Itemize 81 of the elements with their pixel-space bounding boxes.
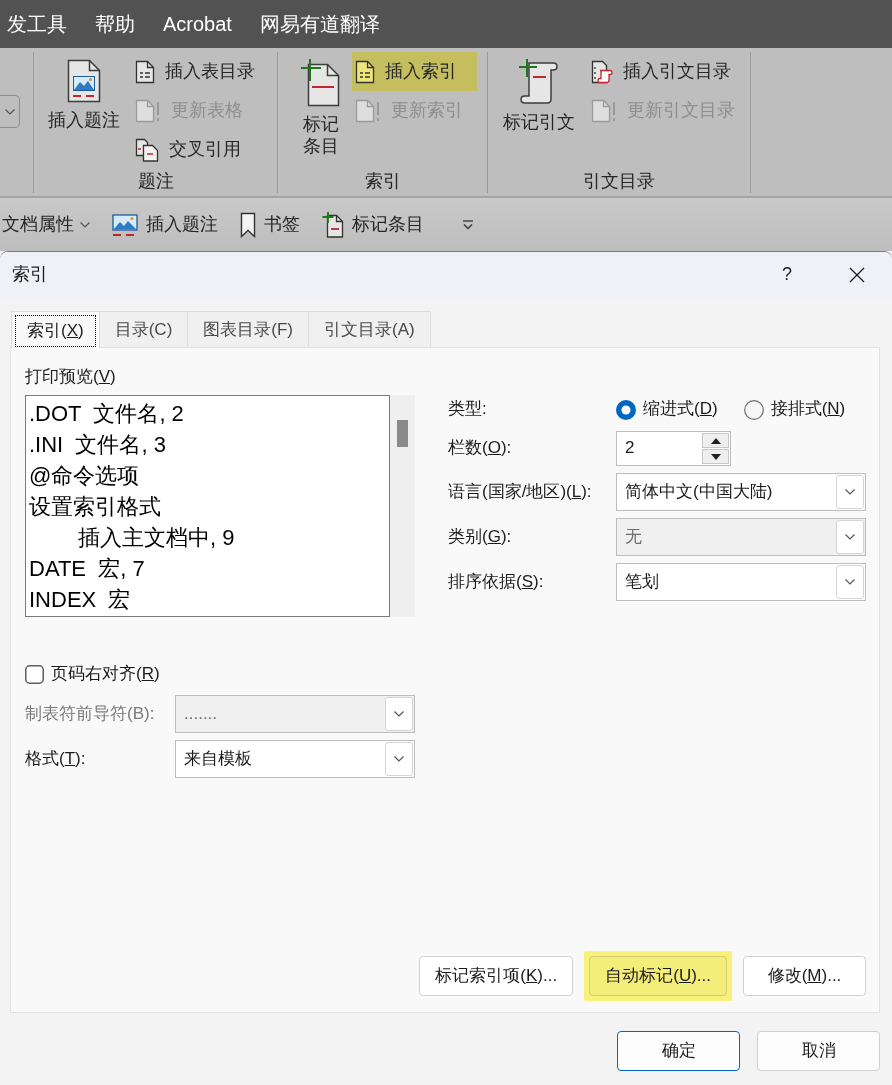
toolbar-button[interactable]: 书签 xyxy=(236,204,304,245)
toolbar-button[interactable]: 插入题注 xyxy=(108,204,222,245)
ribbon-button[interactable]: 插入引文目录 xyxy=(588,52,749,91)
two-documents-icon xyxy=(135,137,159,162)
chevron-down-icon xyxy=(845,534,855,540)
document-lines-icon xyxy=(355,59,375,84)
field-label: 栏数(O): xyxy=(448,437,513,460)
document-exclamation-icon xyxy=(591,98,617,123)
chevron-down-icon xyxy=(80,221,90,228)
field-label: 制表符前导符(B): xyxy=(25,702,156,725)
document-lines-icon xyxy=(135,59,155,84)
toolbar-button[interactable]: 文档属性 xyxy=(0,204,94,245)
field-label: 格式(T): xyxy=(25,747,87,770)
dialog-title: 索引 xyxy=(12,263,48,287)
field-label: 排序依据(S): xyxy=(448,570,545,593)
spin-down-button[interactable] xyxy=(702,449,729,464)
chevron-down-icon xyxy=(4,108,15,115)
document-exclamation-icon xyxy=(355,98,381,123)
document-exclamation-icon xyxy=(135,98,161,123)
ribbon-button[interactable]: 交叉引用 xyxy=(132,130,269,169)
spin-up-button[interactable] xyxy=(702,433,729,448)
checkbox-icon[interactable] xyxy=(25,664,44,684)
field-label: 类别(G): xyxy=(448,525,513,548)
radio-option[interactable]: 缩进式(D) xyxy=(616,398,718,421)
cancel-button[interactable]: 取消 xyxy=(757,1031,880,1071)
field-label: 打印预览(V) xyxy=(25,366,117,388)
ribbon-button[interactable]: 标记引文 xyxy=(500,52,578,169)
scroll-plus-icon xyxy=(519,59,559,105)
ribbon-button[interactable]: 插入表目录 xyxy=(132,52,269,91)
field-label: 类型: xyxy=(448,398,488,421)
preview-line: @命令选项 xyxy=(29,462,141,490)
dropdown-field[interactable]: 笔划 xyxy=(616,563,866,601)
chevron-down-icon xyxy=(845,489,855,495)
picture-document-icon xyxy=(66,59,102,103)
menu-item[interactable]: 网易有道翻译 xyxy=(259,14,380,34)
preview-line: 设置索引格式 xyxy=(29,493,162,521)
number-field[interactable]: 2 xyxy=(616,431,731,466)
menu-item[interactable]: Acrobat xyxy=(163,14,232,34)
triangle-down-icon xyxy=(710,453,721,460)
ribbon-button[interactable]: 标记条目 xyxy=(297,52,345,169)
scrollbar-thumb[interactable] xyxy=(397,420,408,447)
group-label: 引文目录 xyxy=(582,170,656,193)
triangle-up-icon xyxy=(710,437,721,444)
document-scroll-icon xyxy=(591,59,613,84)
group-label: 题注 xyxy=(136,170,175,193)
preview-line: .INI 文件名, 3 xyxy=(29,431,167,459)
chevron-down-icon xyxy=(845,579,855,585)
checkbox-option[interactable]: 页码右对齐(R) xyxy=(25,664,160,684)
mark-entry-button[interactable]: 标记索引项(K)... xyxy=(419,956,574,996)
toolbar-button[interactable]: 标记条目 xyxy=(318,204,428,245)
document-plus-icon xyxy=(301,59,341,107)
bookmark-icon xyxy=(240,211,256,238)
ok-button[interactable]: 确定 xyxy=(617,1031,740,1071)
radio-icon[interactable] xyxy=(743,399,764,420)
preview-line: INDEX 宏 xyxy=(29,586,132,614)
dropdown-button[interactable] xyxy=(0,95,20,128)
tab[interactable]: 索引(X) xyxy=(11,311,100,348)
chevron-down-icon xyxy=(394,756,404,762)
automark-button[interactable]: 自动标记(U)... xyxy=(589,956,727,996)
ribbon-button[interactable]: 插入题注 xyxy=(42,52,126,169)
preview-line: DATE 宏, 7 xyxy=(29,555,146,583)
group-label: 索引 xyxy=(363,170,402,193)
picture-icon xyxy=(112,212,138,237)
dropdown-field[interactable]: 简体中文(中国大陆) xyxy=(616,473,866,511)
document-plus-icon xyxy=(322,211,344,238)
chevron-down-icon xyxy=(394,711,404,717)
help-button[interactable]: ? xyxy=(764,253,810,297)
radio-option[interactable]: 接排式(N) xyxy=(743,398,846,421)
modify-button[interactable]: 修改(M)... xyxy=(743,956,866,996)
radio-icon[interactable] xyxy=(616,399,636,420)
dropdown-field[interactable]: 来自模板 xyxy=(175,740,415,778)
field-label: 语言(国家/地区)(L): xyxy=(448,480,593,503)
close-icon xyxy=(849,267,865,283)
scrollbar-track[interactable] xyxy=(390,395,415,617)
menu-item[interactable]: 发工具 xyxy=(7,14,67,34)
chevron-bar-icon xyxy=(462,219,474,230)
preview-line: .DOT 文件名, 2 xyxy=(29,400,185,428)
menu-item[interactable]: 帮助 xyxy=(95,14,135,34)
preview-line: 插入主文档中, 9 xyxy=(77,524,236,552)
tab[interactable]: 引文目录(A) xyxy=(308,311,431,347)
ribbon-button[interactable]: 插入索引 xyxy=(352,52,477,91)
